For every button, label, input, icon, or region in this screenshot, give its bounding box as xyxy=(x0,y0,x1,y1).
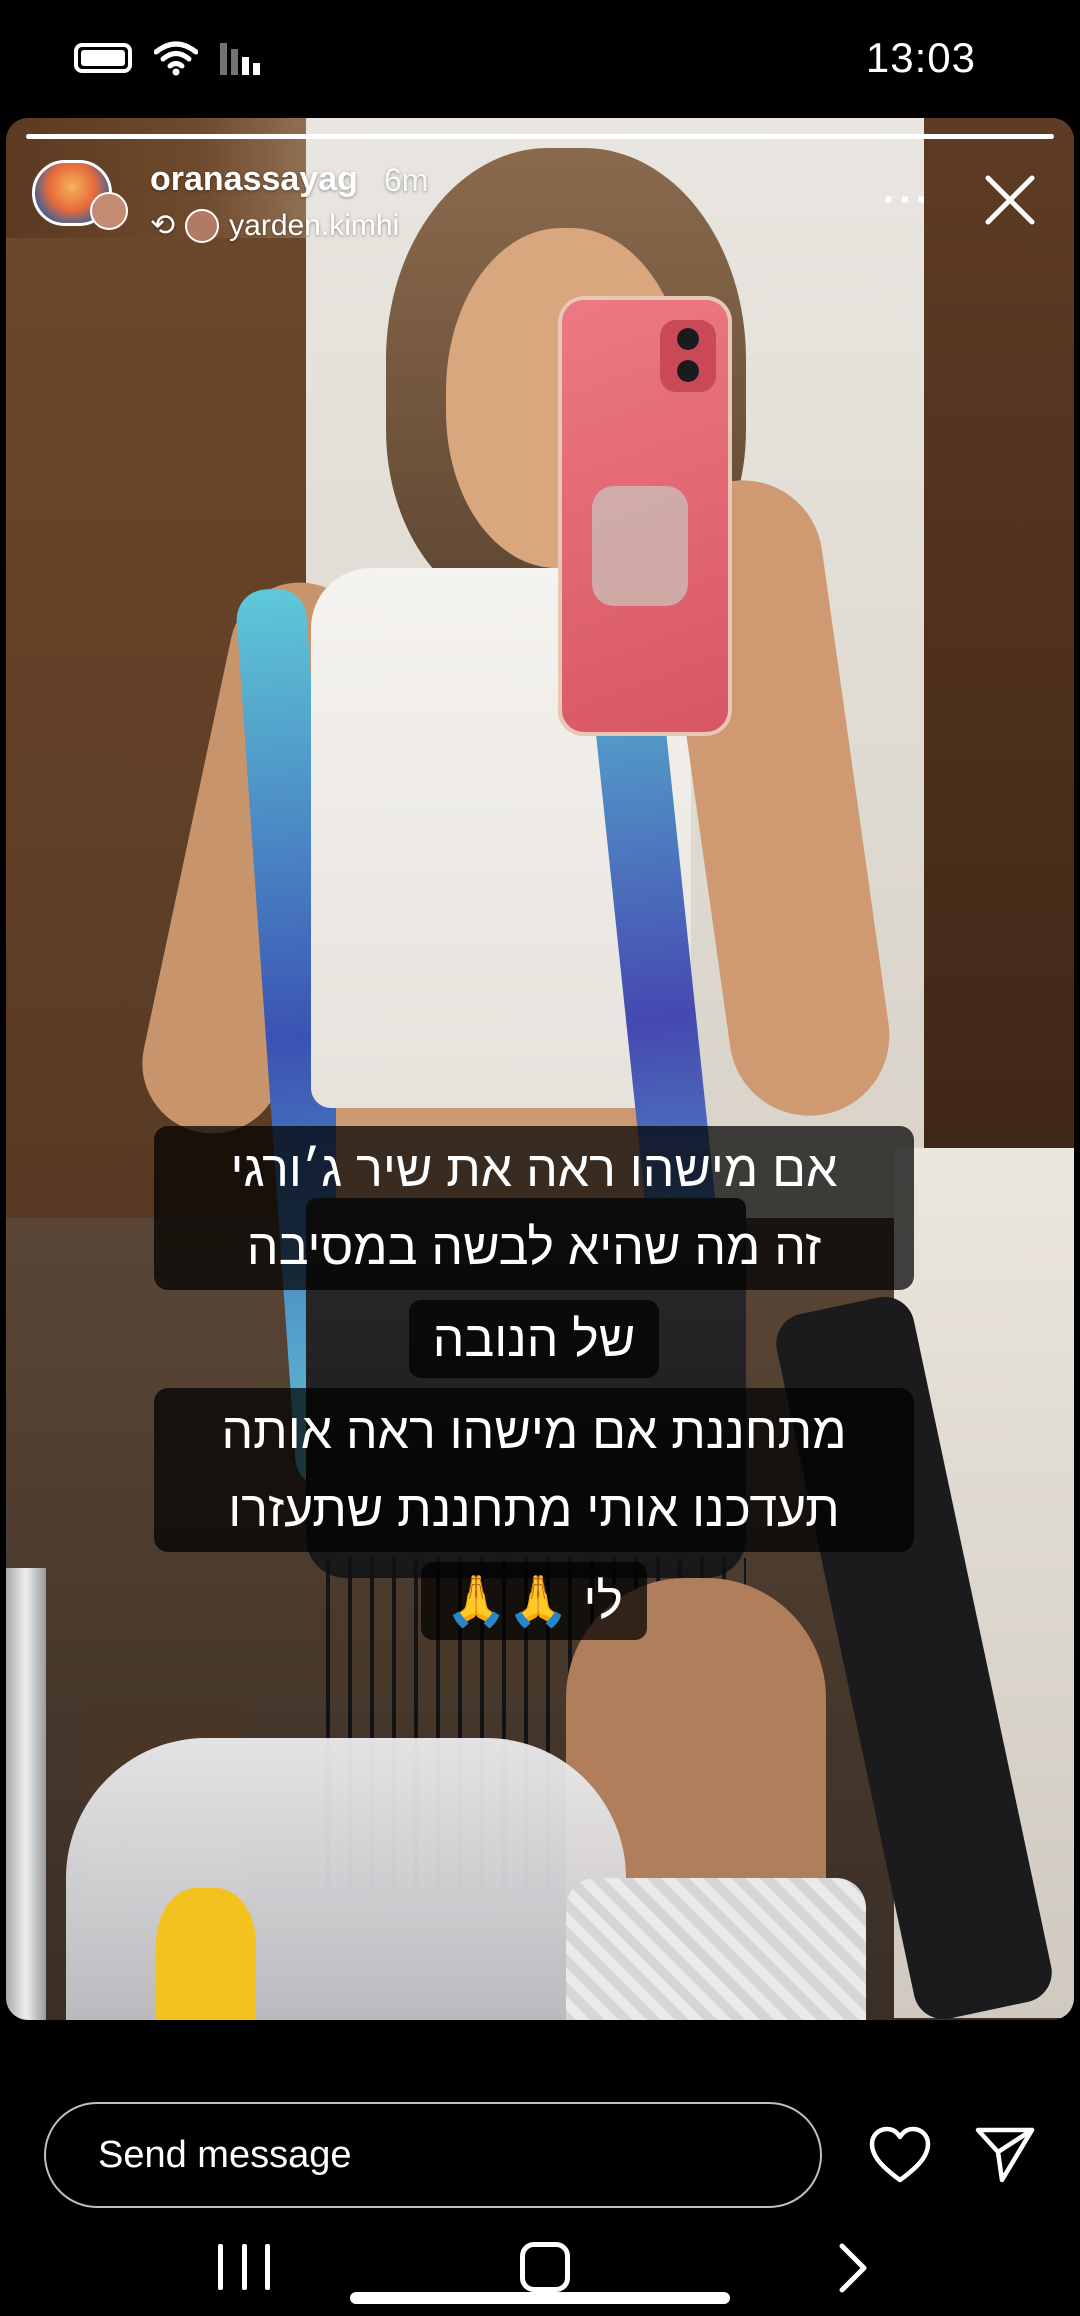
recent-apps-icon[interactable] xyxy=(218,2244,270,2290)
caption-line: אם מישהו ראה את שיר ג׳ורגי xyxy=(230,1141,838,1197)
heart-icon[interactable] xyxy=(868,2126,932,2184)
send-message-placeholder: Send message xyxy=(98,2134,352,2176)
story-time-ago: 6m xyxy=(384,162,429,198)
story-caption: אם מישהו ראה את שיר ג׳ורגי זה מה שהיא לב… xyxy=(154,1126,914,1640)
caption-line: מתחננת אם מישהו ראה אותה xyxy=(221,1403,847,1459)
repost-username: yarden.kimhi xyxy=(229,208,400,242)
story-progress-fill xyxy=(26,134,1054,139)
story-username[interactable]: oranassayag xyxy=(150,160,358,199)
story-view[interactable]: oranassayag 6m ⟲ yarden.kimhi ··· אם מיש… xyxy=(6,118,1074,2020)
repost-source-avatar-badge xyxy=(90,192,128,230)
home-indicator[interactable] xyxy=(350,2292,730,2304)
caption-block-1: אם מישהו ראה את שיר ג׳ורגי זה מה שהיא לב… xyxy=(154,1126,914,1290)
repost-icon: ⟲ xyxy=(150,209,176,242)
caption-line: זה מה שהיא לבשה במסיבה xyxy=(246,1219,822,1275)
more-options-button[interactable]: ··· xyxy=(883,178,932,223)
caption-line: תעדכנו אותי מתחננת שתעזרו xyxy=(228,1481,840,1537)
story-photo xyxy=(6,118,1074,2020)
story-header: oranassayag 6m ⟲ yarden.kimhi ··· xyxy=(32,156,1052,246)
story-progress-bar xyxy=(26,134,1054,139)
send-icon[interactable] xyxy=(974,2124,1036,2184)
caption-line: לי 🙏🙏 xyxy=(421,1562,647,1640)
home-icon[interactable] xyxy=(520,2242,570,2292)
chevron-right-icon[interactable] xyxy=(828,2240,878,2296)
repost-attribution[interactable]: ⟲ yarden.kimhi xyxy=(150,208,399,243)
close-icon[interactable] xyxy=(980,170,1040,230)
system-navigation-bar xyxy=(0,2214,1080,2316)
signal-icon xyxy=(220,41,260,75)
status-icons xyxy=(74,40,260,76)
send-message-input[interactable]: Send message xyxy=(44,2102,822,2208)
caption-line: של הנובה xyxy=(408,1300,660,1378)
status-bar: 13:03 xyxy=(0,0,1080,118)
status-time: 13:03 xyxy=(865,34,976,81)
battery-icon xyxy=(74,43,132,73)
wifi-icon xyxy=(154,41,198,76)
caption-block-2: מתחננת אם מישהו ראה אותה תעדכנו אותי מתח… xyxy=(154,1388,914,1552)
repost-user-avatar xyxy=(185,208,220,243)
